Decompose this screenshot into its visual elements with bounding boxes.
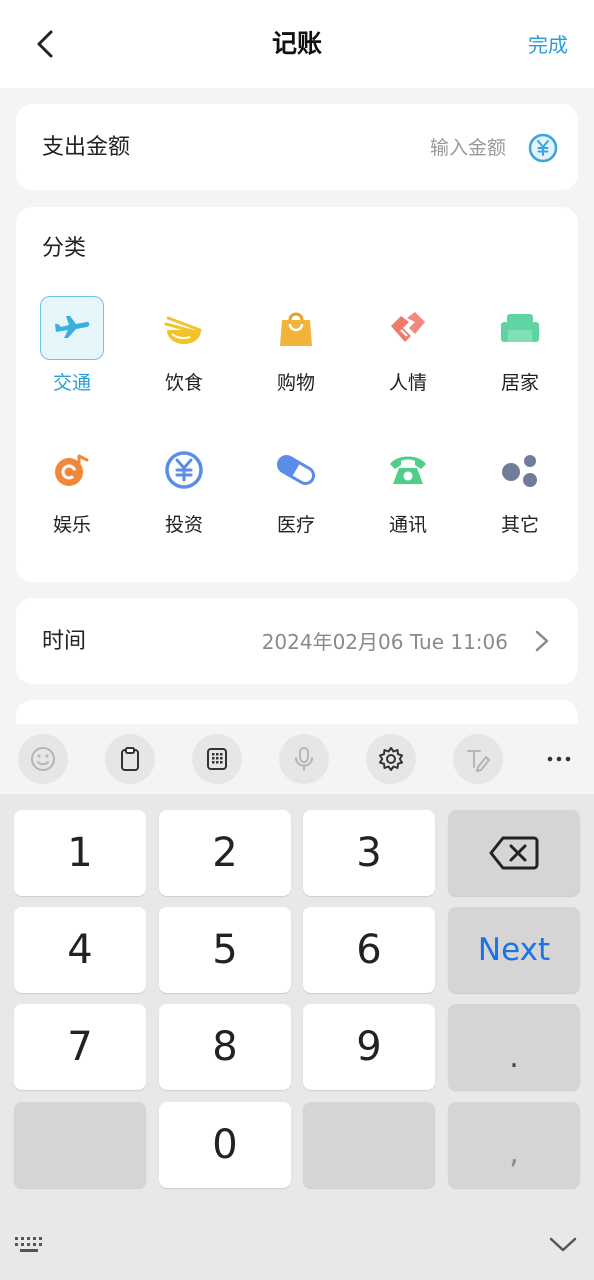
key-8[interactable]: 8 — [159, 1004, 291, 1090]
category-label: 投资 — [164, 514, 203, 536]
category-label: 娱乐 — [52, 514, 91, 536]
key-6[interactable]: 6 — [303, 907, 435, 993]
backspace-key[interactable] — [448, 810, 580, 896]
music-disc-icon — [40, 438, 104, 502]
next-key[interactable]: Next — [448, 907, 580, 993]
category-shopping[interactable]: 购物 — [246, 296, 346, 416]
yen-coin-icon — [152, 438, 216, 502]
blank-key-right — [303, 1102, 435, 1188]
page-title: 记账 — [271, 29, 322, 58]
settings-icon[interactable] — [366, 734, 416, 784]
blank-key-left — [14, 1102, 146, 1188]
clipboard-icon[interactable] — [105, 734, 155, 784]
keyboard-toolbar — [0, 724, 594, 794]
category-label: 饮食 — [164, 372, 203, 394]
airplane-icon — [40, 296, 104, 360]
amount-card: 支出金额 — [16, 104, 578, 190]
key-1[interactable]: 1 — [14, 810, 146, 896]
amount-label: 支出金额 — [42, 135, 131, 160]
category-entertainment[interactable]: 娱乐 — [22, 438, 122, 558]
backspace-icon — [489, 836, 539, 870]
amount-input[interactable] — [346, 135, 506, 161]
category-food[interactable]: 饮食 — [134, 296, 234, 416]
header-bar: 记账 完成 — [0, 0, 594, 88]
bowl-icon — [152, 296, 216, 360]
comma-key[interactable]: , — [448, 1102, 580, 1188]
keyboard-switch-icon[interactable] — [12, 1232, 46, 1256]
key-3[interactable]: 3 — [303, 810, 435, 896]
comma-key-label: , — [509, 1135, 519, 1171]
emoji-icon[interactable] — [18, 734, 68, 784]
category-title: 分类 — [42, 236, 87, 261]
key-9[interactable]: 9 — [303, 1004, 435, 1090]
category-label: 通讯 — [388, 514, 427, 536]
microphone-icon[interactable] — [279, 734, 329, 784]
chevron-down-icon[interactable] — [546, 1232, 580, 1256]
done-button[interactable]: 完成 — [528, 32, 568, 58]
time-value: 2024年02月06 Tue 11:06 — [261, 630, 508, 654]
category-label: 人情 — [388, 372, 427, 394]
time-label: 时间 — [42, 629, 87, 654]
key-5[interactable]: 5 — [159, 907, 291, 993]
category-label: 其它 — [500, 514, 539, 536]
yen-currency-icon — [528, 133, 558, 163]
key-2[interactable]: 2 — [159, 810, 291, 896]
category-home[interactable]: 居家 — [470, 296, 570, 416]
key-7[interactable]: 7 — [14, 1004, 146, 1090]
category-label: 医疗 — [276, 514, 315, 536]
chevron-right-icon — [535, 630, 549, 652]
shopping-bag-icon — [264, 296, 328, 360]
key-0[interactable]: 0 — [159, 1102, 291, 1188]
category-transport[interactable]: 交通 — [22, 296, 122, 416]
handshake-icon — [376, 296, 440, 360]
category-telecom[interactable]: 通讯 — [358, 438, 458, 558]
dot-key[interactable]: . — [448, 1004, 580, 1090]
dots-icon — [488, 438, 552, 502]
numeric-keypad-icon[interactable] — [192, 734, 242, 784]
category-card: 分类 交通 饮食 购物 人情 居家 娱乐 投资 医疗 通讯 其它 — [16, 207, 578, 582]
category-social[interactable]: 人情 — [358, 296, 458, 416]
category-label: 购物 — [276, 372, 315, 394]
more-icon[interactable] — [534, 734, 584, 784]
key-4[interactable]: 4 — [14, 907, 146, 993]
category-medical[interactable]: 医疗 — [246, 438, 346, 558]
category-other[interactable]: 其它 — [470, 438, 570, 558]
pill-icon — [264, 438, 328, 502]
handwriting-icon[interactable] — [453, 734, 503, 784]
category-label: 居家 — [500, 372, 539, 394]
time-row[interactable]: 时间 2024年02月06 Tue 11:06 — [16, 598, 578, 684]
category-label: 交通 — [52, 372, 91, 394]
sofa-icon — [488, 296, 552, 360]
category-investment[interactable]: 投资 — [134, 438, 234, 558]
dot-key-label: . — [509, 1039, 519, 1075]
telephone-icon — [376, 438, 440, 502]
